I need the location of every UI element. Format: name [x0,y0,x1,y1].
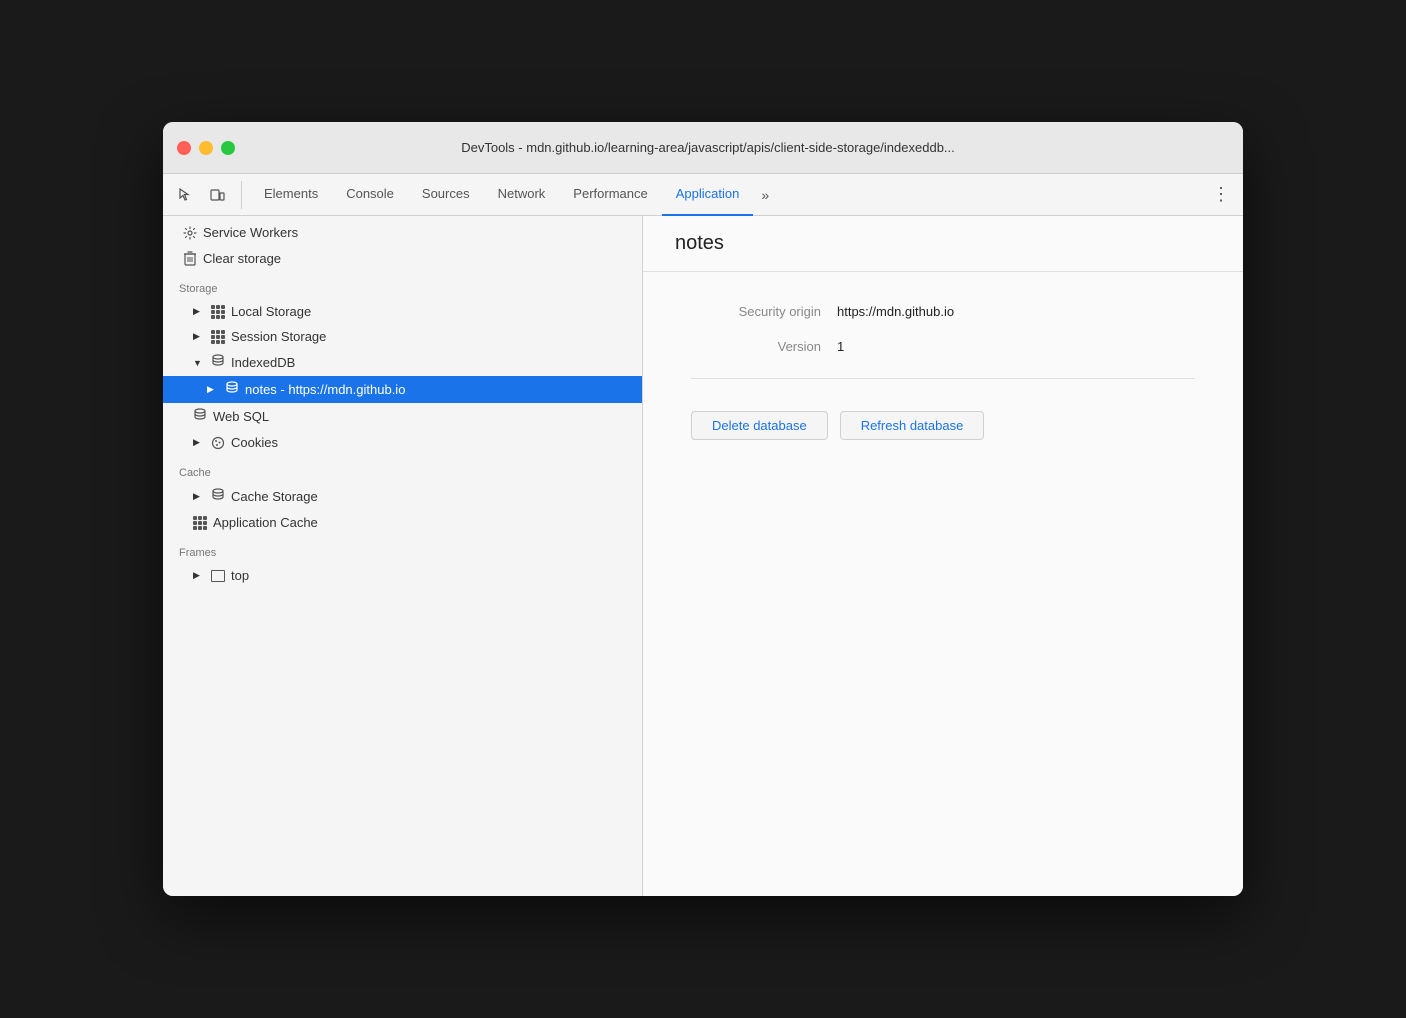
db-icon [211,354,225,371]
sidebar-item-local-storage[interactable]: ▶ Local Storage [163,299,642,324]
devtools-window: DevTools - mdn.github.io/learning-area/j… [163,122,1243,896]
cache-storage-label: Cache Storage [231,489,318,504]
websql-label: Web SQL [213,409,269,424]
sidebar-item-cache-storage[interactable]: ▶ Cache Storage [163,483,642,510]
tab-elements[interactable]: Elements [250,174,332,216]
tabs-container: Elements Console Sources Network Perform… [250,174,1207,216]
minimize-button[interactable] [199,141,213,155]
tab-network[interactable]: Network [484,174,560,216]
sidebar-item-service-workers[interactable]: Service Workers [163,220,642,245]
db-icon-active [225,381,239,398]
devtools-menu-button[interactable]: ⋮ [1207,181,1235,209]
application-cache-label: Application Cache [213,515,318,530]
divider [691,378,1195,379]
device-icon [209,187,225,203]
sidebar-item-session-storage[interactable]: ▶ Session Storage [163,324,642,349]
cookies-label: Cookies [231,435,278,450]
chevron-right-icon: ▶ [193,570,205,581]
tab-performance[interactable]: Performance [559,174,661,216]
grid-icon [211,305,225,319]
security-origin-label: Security origin [691,304,821,319]
chevron-down-icon: ▼ [193,358,205,368]
frames-section-label: Frames [163,535,642,563]
notes-db-label: notes - https://mdn.github.io [245,382,405,397]
toolbar: Elements Console Sources Network Perform… [163,174,1243,216]
db-icon-websql [193,408,207,425]
main-content: Service Workers Clear storage S [163,216,1243,896]
sidebar: Service Workers Clear storage S [163,216,643,896]
sidebar-item-clear-storage[interactable]: Clear storage [163,245,642,271]
chevron-right-icon: ▶ [193,491,205,502]
chevron-right-icon: ▶ [193,306,205,317]
session-storage-label: Session Storage [231,329,326,344]
title-bar: DevTools - mdn.github.io/learning-area/j… [163,122,1243,174]
chevron-right-icon: ▶ [207,384,219,395]
grid-icon [211,330,225,344]
cache-section-label: Cache [163,455,642,483]
version-label: Version [691,339,821,354]
storage-section-label: Storage [163,271,642,299]
more-tabs-button[interactable]: » [753,174,777,216]
panel-body: Security origin https://mdn.github.io Ve… [643,272,1243,472]
maximize-button[interactable] [221,141,235,155]
sidebar-item-application-cache[interactable]: Application Cache [163,510,642,535]
tab-sources[interactable]: Sources [408,174,484,216]
chevron-right-icon: ▶ [193,437,205,448]
gear-icon [183,226,197,240]
inspect-element-button[interactable] [171,181,199,209]
sidebar-item-cookies[interactable]: ▶ Cookies [163,430,642,455]
sidebar-item-top-frame[interactable]: ▶ top [163,563,642,588]
close-button[interactable] [177,141,191,155]
trash-icon [183,250,197,266]
security-origin-value: https://mdn.github.io [837,304,954,319]
clear-storage-label: Clear storage [203,251,281,266]
tab-console[interactable]: Console [332,174,408,216]
db-icon-cache [211,488,225,505]
window-title: DevTools - mdn.github.io/learning-area/j… [247,140,1169,155]
version-value: 1 [837,339,844,354]
service-workers-label: Service Workers [203,225,298,240]
delete-database-button[interactable]: Delete database [691,411,828,440]
chevron-right-icon: ▶ [193,331,205,342]
security-origin-row: Security origin https://mdn.github.io [691,304,1195,319]
sidebar-item-indexeddb[interactable]: ▼ IndexedDB [163,349,642,376]
actions-container: Delete database Refresh database [691,411,1195,440]
toolbar-icons [171,181,242,209]
frame-icon [211,570,225,582]
sidebar-item-websql[interactable]: Web SQL [163,403,642,430]
indexeddb-label: IndexedDB [231,355,295,370]
refresh-database-button[interactable]: Refresh database [840,411,985,440]
sidebar-item-notes-db[interactable]: ▶ notes - https://mdn.github.io [163,376,642,403]
panel-title: notes [643,216,1243,272]
traffic-lights [177,141,235,155]
top-frame-label: top [231,568,249,583]
grid-icon-appcache [193,516,207,530]
local-storage-label: Local Storage [231,304,311,319]
panel: notes Security origin https://mdn.github… [643,216,1243,896]
tab-application[interactable]: Application [662,174,754,216]
cursor-icon [177,187,193,203]
version-row: Version 1 [691,339,1195,354]
cookie-icon [211,436,225,450]
device-toggle-button[interactable] [203,181,231,209]
